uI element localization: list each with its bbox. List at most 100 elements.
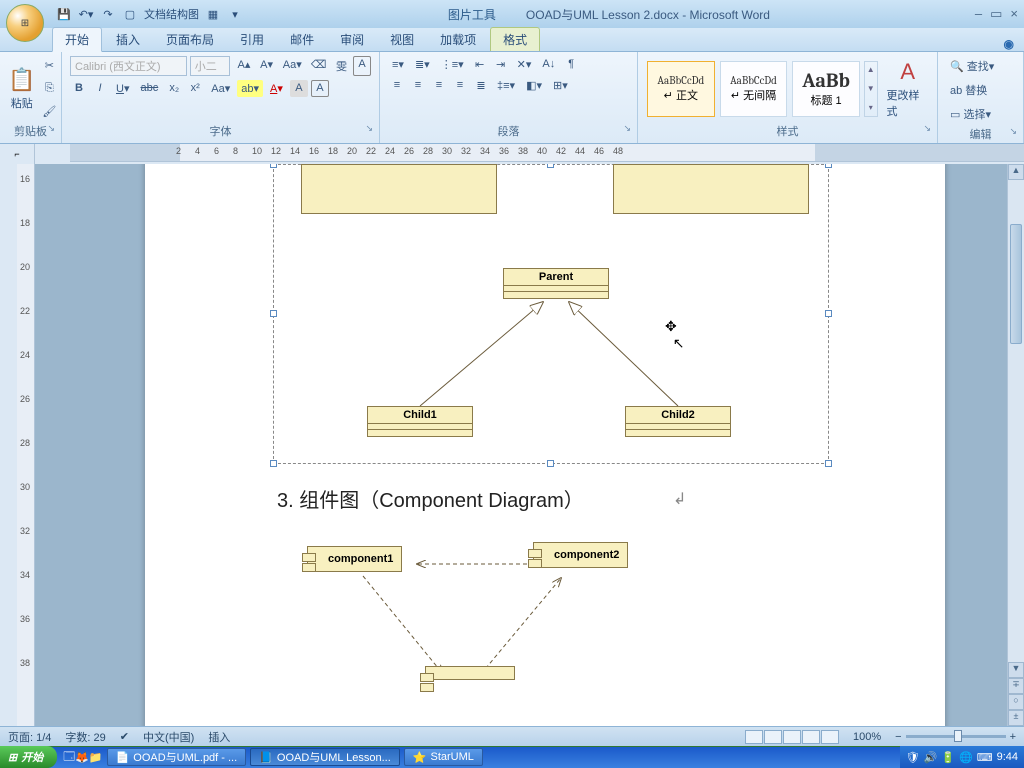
tab-format[interactable]: 格式 (490, 27, 540, 51)
borders-icon[interactable]: ⊞▾ (549, 77, 572, 94)
align-right-icon[interactable]: ≡ (430, 77, 448, 94)
phonetic-icon[interactable]: 雯 (332, 56, 350, 76)
line-spacing-icon[interactable]: ‡≡▾ (493, 77, 519, 94)
status-page[interactable]: 页面: 1/4 (8, 729, 51, 745)
clear-format-icon[interactable]: ⌫ (307, 56, 329, 76)
asian-layout-icon[interactable]: ✕▾ (513, 56, 536, 73)
cut-icon[interactable]: ✂ (40, 57, 58, 74)
justify-icon[interactable]: ≡ (451, 77, 469, 94)
tab-selector[interactable]: ⌐ (0, 144, 35, 164)
tab-mailings[interactable]: 邮件 (278, 28, 326, 51)
document-area[interactable]: Parent Child1 Child2 (35, 164, 1024, 726)
style-nospace[interactable]: AaBbCcDd ↵ 无间隔 (720, 61, 788, 117)
inc-indent-icon[interactable]: ⇥ (492, 56, 510, 73)
font-size-combo[interactable]: 小二 (190, 56, 231, 76)
show-marks-icon[interactable]: ¶ (562, 56, 580, 73)
qat-dropdown-icon[interactable]: ▾ (227, 6, 243, 22)
sort-icon[interactable]: A↓ (538, 56, 559, 73)
system-tray[interactable]: 🛡 🔊 🔋 🌐 ⌨ 9:44 (900, 746, 1024, 768)
strike-button[interactable]: abc (136, 80, 162, 97)
font-name-combo[interactable]: Calibri (西文正文) (70, 56, 187, 76)
close-button[interactable]: × (1010, 6, 1018, 22)
task-button[interactable]: 📄 OOAD与UML.pdf - ... (107, 748, 247, 766)
save-icon[interactable]: 💾 (56, 6, 72, 22)
quick-launch-icon[interactable]: 🦊 (75, 751, 89, 764)
status-mode[interactable]: 插入 (208, 729, 230, 745)
font-color-icon[interactable]: A▾ (266, 80, 287, 97)
quick-launch-icon[interactable]: 📁 (89, 751, 103, 764)
replace-button[interactable]: ab 替换 (946, 80, 991, 100)
status-lang[interactable]: 中文(中国) (143, 729, 194, 745)
numbering-icon[interactable]: ≣▾ (411, 56, 434, 73)
shading-icon[interactable]: ◧▾ (522, 77, 546, 94)
scroll-down-icon[interactable]: ▼ (1008, 662, 1024, 678)
subscript-button[interactable]: x₂ (165, 80, 183, 97)
format-painter-icon[interactable]: 🖌 (38, 103, 60, 120)
text-effects-icon[interactable]: Aa▾ (207, 80, 234, 97)
style-gallery-scroll[interactable]: ▲▼▾ (864, 61, 878, 117)
view-buttons[interactable] (745, 730, 839, 744)
distributed-icon[interactable]: ≣ (472, 77, 490, 94)
browse-object-icon[interactable]: ○ (1008, 694, 1024, 710)
italic-button[interactable]: I (91, 80, 109, 97)
tab-layout[interactable]: 页面布局 (154, 28, 226, 51)
bold-button[interactable]: B (70, 80, 88, 97)
start-button[interactable]: ⊞ 开始 (0, 746, 57, 768)
char-shading-icon[interactable]: A (290, 80, 308, 97)
tab-references[interactable]: 引用 (228, 28, 276, 51)
multilevel-icon[interactable]: ⋮≡▾ (437, 56, 468, 73)
undo-icon[interactable]: ↶▾ (78, 6, 94, 22)
tab-addins[interactable]: 加载项 (428, 28, 488, 51)
next-page-icon[interactable]: ± (1008, 710, 1024, 726)
vertical-scrollbar[interactable]: ▲ ▼ ∓ ○ ± (1007, 164, 1024, 726)
tray-icon[interactable]: 🔊 (924, 751, 938, 764)
task-button[interactable]: ⭐ StarUML (404, 748, 483, 766)
tray-icon[interactable]: ⌨ (977, 751, 993, 764)
style-normal[interactable]: AaBbCcDd ↵ 正文 (647, 61, 715, 117)
qat-item-icon[interactable]: ▦ (205, 6, 221, 22)
tab-insert[interactable]: 插入 (104, 28, 152, 51)
scroll-thumb[interactable] (1010, 224, 1022, 344)
proofing-icon[interactable]: ✔ (120, 730, 129, 743)
paste-label[interactable]: 粘贴 (11, 95, 33, 111)
find-button[interactable]: 🔍 查找▾ (946, 56, 998, 76)
underline-button[interactable]: U▾ (112, 80, 133, 97)
status-words[interactable]: 字数: 29 (65, 729, 105, 745)
redo-icon[interactable]: ↷ (100, 6, 116, 22)
highlight-icon[interactable]: ab▾ (237, 80, 263, 97)
grow-font-icon[interactable]: A▴ (233, 56, 253, 76)
tray-icon[interactable]: 🛡 (906, 751, 920, 764)
align-left-icon[interactable]: ≡ (388, 77, 406, 94)
superscript-button[interactable]: x² (186, 80, 204, 97)
bullets-icon[interactable]: ≡▾ (388, 56, 408, 73)
zoom-slider[interactable]: −+ (895, 731, 1016, 743)
tab-review[interactable]: 审阅 (328, 28, 376, 51)
style-heading1[interactable]: AaBb 标题 1 (792, 61, 860, 117)
tab-home[interactable]: 开始 (52, 27, 102, 52)
change-case-icon[interactable]: Aa▾ (279, 56, 304, 76)
align-center-icon[interactable]: ≡ (409, 77, 427, 94)
char-border-icon[interactable]: A (311, 80, 329, 97)
tray-icon[interactable]: 🔋 (941, 751, 955, 764)
help-icon[interactable]: ◉ (1004, 37, 1024, 51)
enclose-icon[interactable]: A (353, 56, 371, 76)
tray-icon[interactable]: 🌐 (959, 751, 973, 764)
ruler-vertical[interactable]: 161820222426283032343638 (17, 164, 35, 726)
prev-page-icon[interactable]: ∓ (1008, 678, 1024, 694)
maximize-button[interactable]: ▭ (990, 6, 1002, 22)
select-button[interactable]: ▭ 选择▾ (946, 104, 995, 124)
doc-map-label[interactable]: 文档结构图 (144, 6, 199, 22)
dec-indent-icon[interactable]: ⇤ (471, 56, 489, 73)
quick-launch-icon[interactable]: 🗔 (63, 748, 75, 767)
task-button[interactable]: 📘 OOAD与UML Lesson... (250, 748, 400, 766)
minimize-button[interactable]: – (975, 6, 982, 22)
office-button[interactable]: ⊞ (6, 4, 44, 42)
tab-view[interactable]: 视图 (378, 28, 426, 51)
tray-clock[interactable]: 9:44 (997, 751, 1018, 763)
change-styles-button[interactable]: A 更改样式 (887, 59, 929, 119)
scroll-up-icon[interactable]: ▲ (1008, 164, 1024, 180)
paste-icon[interactable]: 📋 (8, 67, 35, 93)
shrink-font-icon[interactable]: A▾ (256, 56, 276, 76)
zoom-level[interactable]: 100% (853, 731, 881, 743)
copy-icon[interactable]: ⎘ (40, 80, 58, 97)
